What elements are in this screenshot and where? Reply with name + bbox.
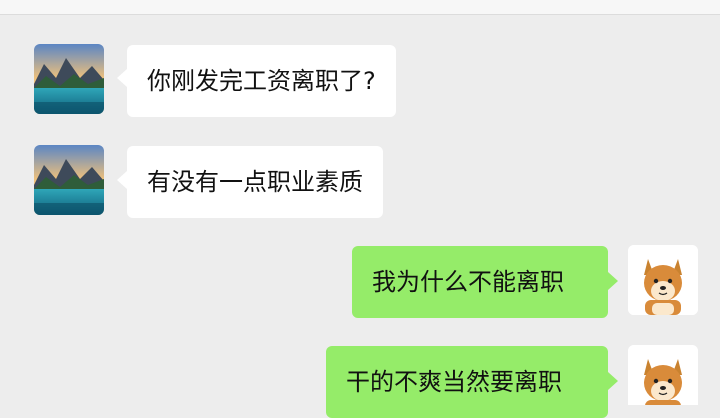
message-text: 干的不爽当然要离职 — [346, 368, 562, 396]
message-bubble[interactable]: 你刚发完工资离职了? — [127, 45, 396, 117]
message-text: 我为什么不能离职 — [372, 268, 564, 296]
message-bubble[interactable]: 我为什么不能离职 — [352, 246, 608, 318]
message-text: 你刚发完工资离职了? — [147, 67, 376, 95]
header-strip — [0, 0, 720, 15]
bubble-tail — [117, 171, 127, 189]
shiba-dog-avatar-icon[interactable] — [628, 345, 698, 405]
bubble-tail — [117, 69, 127, 87]
message-bubble[interactable]: 有没有一点职业素质 — [127, 146, 383, 218]
message-bubble[interactable]: 干的不爽当然要离职 — [326, 346, 608, 418]
mountain-lake-avatar-icon[interactable] — [34, 44, 104, 114]
bubble-tail — [608, 272, 618, 290]
message-text: 有没有一点职业素质 — [147, 168, 363, 196]
shiba-dog-avatar-icon[interactable] — [628, 245, 698, 315]
mountain-lake-avatar-icon[interactable] — [34, 145, 104, 215]
bubble-tail — [608, 372, 618, 390]
